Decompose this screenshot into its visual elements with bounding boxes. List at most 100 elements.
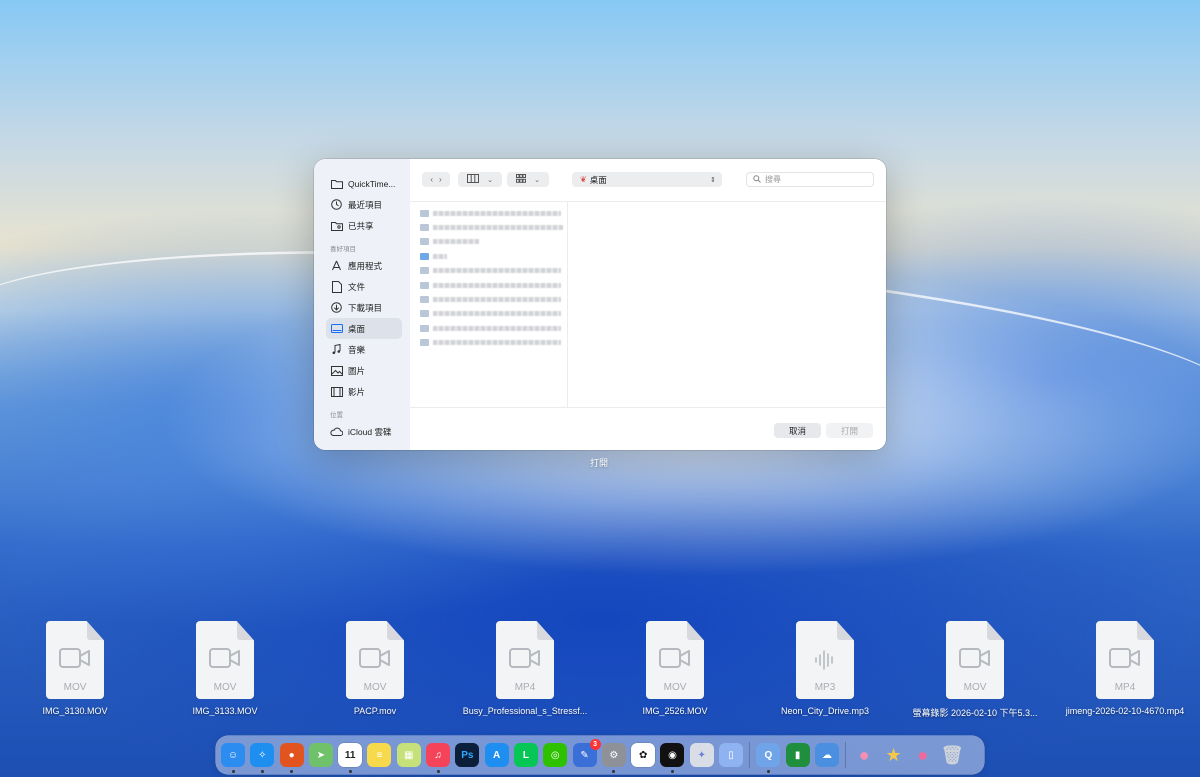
desktop-file[interactable]: MOV IMG_3130.MOV <box>0 621 150 716</box>
cancel-button[interactable]: 取消 <box>774 423 821 438</box>
search-input[interactable] <box>765 175 865 184</box>
weather-icon[interactable]: ☁ <box>814 743 839 767</box>
list-item[interactable] <box>410 292 567 306</box>
file-extension: MOV <box>963 682 987 693</box>
kirby-star-sticker-icon[interactable]: ★ <box>882 743 906 767</box>
video-file-icon: MOV <box>946 621 1004 699</box>
applications-icon <box>330 259 343 272</box>
wechat-icon[interactable]: ◎ <box>543 743 568 767</box>
dock-glyph: ▮ <box>794 749 801 761</box>
redacted-filename <box>433 225 563 231</box>
sidebar-item-label: QuickTime... <box>348 178 396 189</box>
dock-glyph: ☁ <box>821 749 832 761</box>
list-item[interactable] <box>410 307 567 321</box>
group-button[interactable]: ⌄ <box>507 172 549 187</box>
dock-glyph: A <box>493 749 501 761</box>
dialog-footer: 取消 打開 <box>410 407 886 450</box>
spark-icon[interactable]: ✦ <box>689 743 714 767</box>
search-field[interactable] <box>746 172 874 187</box>
sidebar-item[interactable]: QuickTime... <box>326 173 402 194</box>
desktop-file[interactable]: MP3 Neon_City_Drive.mp3 <box>750 621 900 716</box>
list-item[interactable] <box>410 206 567 220</box>
desktop-file[interactable]: MP4 jimeng-2026-02-10-4670.mp4 <box>1050 621 1200 716</box>
notes-icon[interactable]: ≡ <box>367 743 392 767</box>
photoshop-icon[interactable]: Ps <box>455 743 480 767</box>
sidebar-item[interactable]: 應用程式 <box>326 255 402 276</box>
desktop-file[interactable]: MOV IMG_2526.MOV <box>600 621 750 716</box>
list-item[interactable] <box>410 220 567 234</box>
simulator-icon[interactable]: ▯ <box>719 743 744 767</box>
sidebar-item[interactable]: 圖片 <box>326 360 402 381</box>
list-item[interactable] <box>410 336 567 350</box>
file-icon <box>420 224 429 232</box>
desktop-file[interactable]: MOV PACP.mov <box>300 621 450 716</box>
music-icon[interactable]: ♫ <box>426 743 451 773</box>
numbers-icon[interactable]: ▮ <box>785 743 810 767</box>
sidebar-item[interactable]: iCloud 雲碟 <box>326 421 402 442</box>
kirby-shout-sticker-icon[interactable]: ● <box>911 743 935 767</box>
file-name: Neon_City_Drive.mp3 <box>780 706 870 716</box>
desktop-file[interactable]: MOV 螢幕錄影 2026-02-10 下午5.3... <box>900 621 1050 719</box>
list-item[interactable] <box>410 278 567 292</box>
video-camera-icon <box>946 647 1004 669</box>
dock-glyph: ★ <box>885 744 902 765</box>
firefox-icon[interactable]: ● <box>279 743 304 773</box>
file-name: IMG_2526.MOV <box>642 706 708 716</box>
sidebar-item[interactable]: 影片 <box>326 381 402 402</box>
trash-icon[interactable]: 🗑 <box>940 743 964 767</box>
redacted-filename <box>433 325 561 331</box>
file-extension: MOV <box>363 682 387 693</box>
file-icon <box>420 281 429 289</box>
quicktime-icon[interactable]: Q <box>756 743 781 773</box>
back-forward-buttons[interactable]: ‹ › <box>422 172 450 187</box>
list-item[interactable] <box>410 249 567 263</box>
sidebar-item[interactable]: 下載項目 <box>326 297 402 318</box>
stickies-icon[interactable]: ▦ <box>396 743 421 767</box>
chevron-left-icon[interactable]: ‹ <box>430 175 433 184</box>
video-file-icon: MOV <box>196 621 254 699</box>
grid-icon <box>516 174 527 185</box>
app-store-icon[interactable]: A <box>484 743 509 767</box>
redacted-filename <box>433 297 561 303</box>
file-name: 螢幕錄影 2026-02-10 下午5.3... <box>912 708 1038 718</box>
file-icon <box>420 339 429 347</box>
desktop-file[interactable]: MOV IMG_3133.MOV <box>150 621 300 716</box>
dock-glyph: ✧ <box>258 749 267 761</box>
desktop-icon <box>330 322 343 335</box>
list-item[interactable] <box>410 235 567 249</box>
view-mode-button[interactable]: ⌄ <box>458 172 502 187</box>
safari-icon[interactable]: ✧ <box>250 743 275 773</box>
list-item[interactable] <box>410 321 567 335</box>
download-icon <box>330 301 343 314</box>
dock-separator <box>845 742 847 768</box>
location-popup[interactable]: ❦ 桌面 ⇕ <box>572 172 722 187</box>
calendar-icon[interactable]: 11 <box>338 743 363 773</box>
document-icon <box>330 280 343 293</box>
finder-icon[interactable]: ☺ <box>221 743 245 773</box>
perplexity-icon[interactable]: ◉ <box>660 743 685 773</box>
line-icon[interactable]: L <box>513 743 538 767</box>
file-extension: MP3 <box>814 682 836 693</box>
redacted-filename <box>433 210 561 216</box>
sidebar-item[interactable]: 最近項目 <box>326 194 402 215</box>
file-name: Busy_Professional_s_Stressf... <box>462 706 588 716</box>
list-item[interactable] <box>410 264 567 278</box>
sidebar-item[interactable]: 已共享 <box>326 215 402 236</box>
chevron-right-icon[interactable]: › <box>439 175 442 184</box>
desktop-folder-icon: ❦ <box>580 175 587 184</box>
open-button[interactable]: 打開 <box>826 423 873 438</box>
sidebar-item[interactable]: 音樂 <box>326 339 402 360</box>
sidebar-item-label: 桌面 <box>348 323 366 334</box>
sidebar-item[interactable]: 文件 <box>326 276 402 297</box>
maps-icon[interactable]: ➤ <box>308 743 333 767</box>
notion-calendar-icon[interactable]: ✎ 3 <box>572 739 601 767</box>
sidebar-item-label: 文件 <box>348 281 366 292</box>
cloud-icon <box>330 425 343 438</box>
kirby-sticker-icon[interactable]: ● <box>852 743 876 767</box>
sidebar-item[interactable]: 桌面 <box>326 318 402 339</box>
desktop-file[interactable]: MP4 Busy_Professional_s_Stressf... <box>450 621 600 716</box>
file-name: jimeng-2026-02-10-4670.mp4 <box>1065 706 1185 716</box>
chatgpt-icon[interactable]: ✿ <box>631 743 656 767</box>
sidebar-item-label: 圖片 <box>348 365 366 376</box>
system-settings-icon[interactable]: ⚙ <box>601 743 626 773</box>
